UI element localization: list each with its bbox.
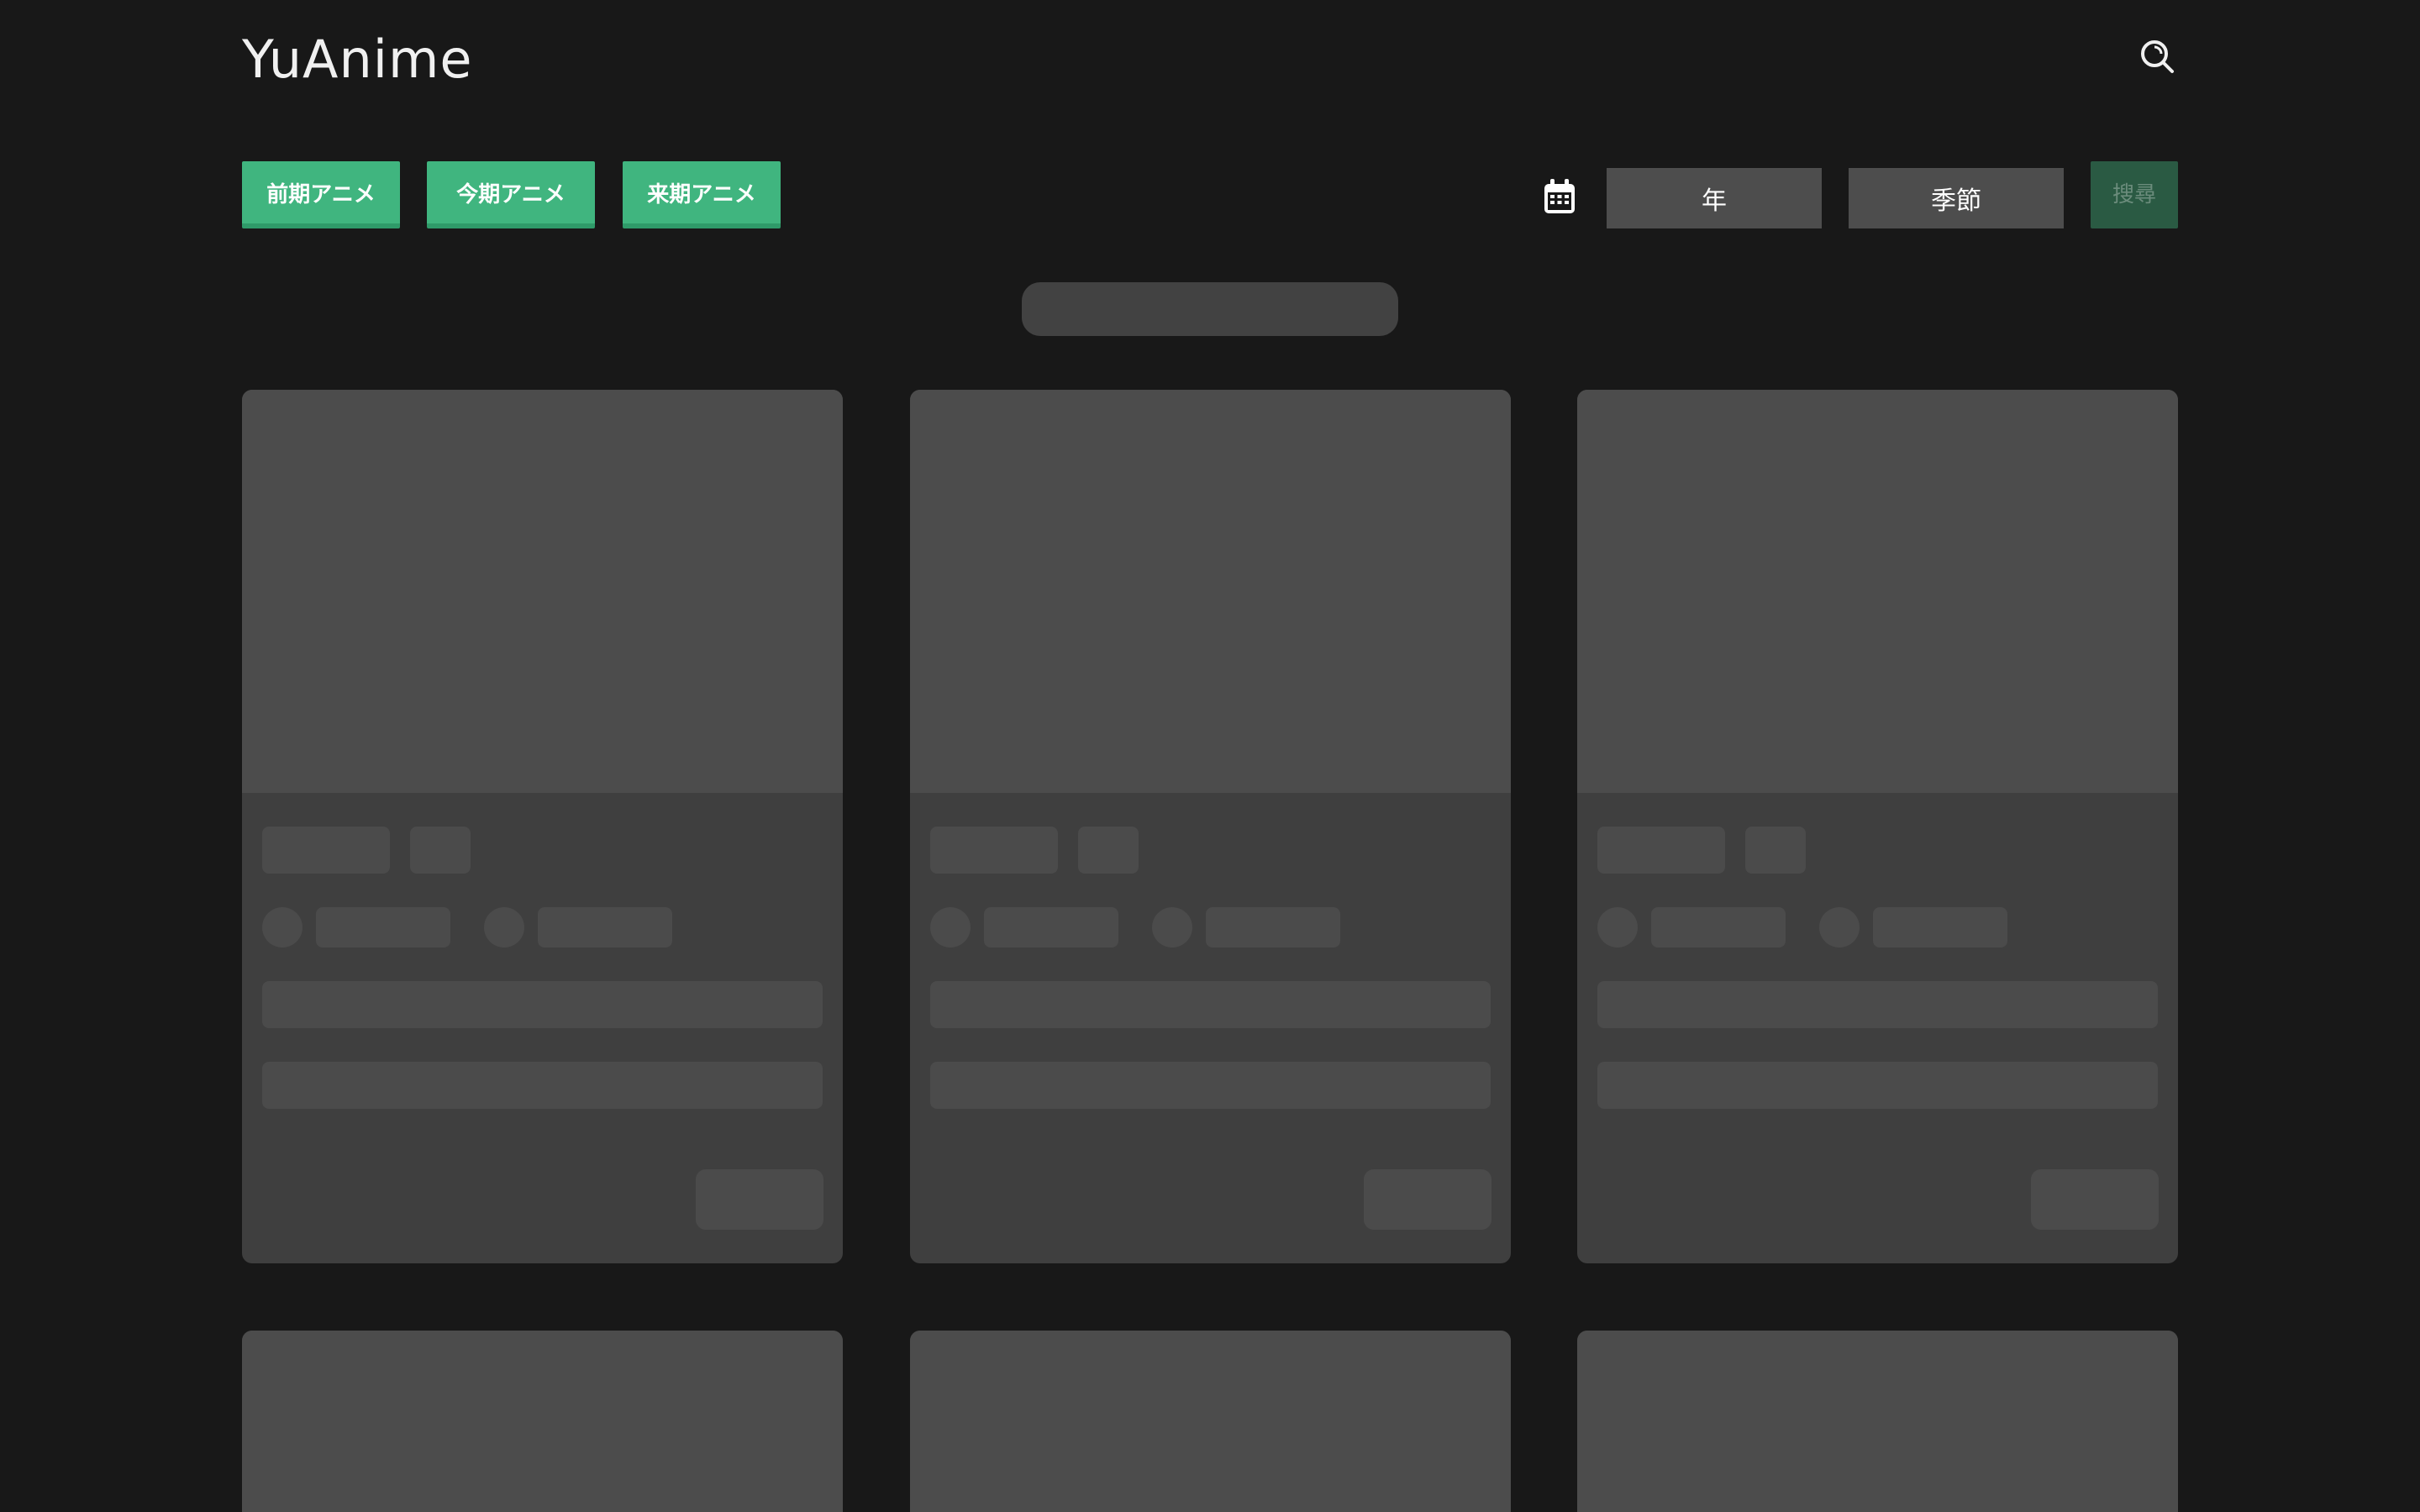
card-image-placeholder bbox=[910, 390, 1511, 793]
card-meta-text-placeholder bbox=[1206, 907, 1340, 948]
season-toolbar: 前期アニメ 今期アニメ 来期アニメ 年 季節 搜尋 bbox=[242, 161, 2178, 228]
card-meta-text-placeholder bbox=[1651, 907, 1786, 948]
card-meta-text-placeholder bbox=[984, 907, 1118, 948]
card-tag-placeholder bbox=[1078, 827, 1139, 874]
site-logo[interactable]: YuAnime bbox=[242, 29, 473, 90]
card-meta-text-placeholder bbox=[538, 907, 672, 948]
card-tag-placeholder bbox=[1597, 827, 1725, 874]
header: YuAnime bbox=[242, 0, 2178, 126]
prev-season-button[interactable]: 前期アニメ bbox=[242, 161, 400, 228]
page: YuAnime 前期アニメ 今期アニメ 来期アニメ 年 季節 搜尋 bbox=[0, 0, 2420, 1512]
anime-card-placeholder[interactable] bbox=[242, 390, 843, 1263]
anime-card-placeholder[interactable] bbox=[242, 1331, 843, 1512]
anime-card-placeholder[interactable] bbox=[1577, 1331, 2178, 1512]
card-meta-icon-placeholder bbox=[484, 907, 524, 948]
card-text-line-placeholder bbox=[262, 1062, 823, 1109]
search-icon-button[interactable] bbox=[2136, 35, 2178, 77]
card-meta-text-placeholder bbox=[1873, 907, 2007, 948]
card-meta-icon-placeholder bbox=[1152, 907, 1192, 948]
card-button-placeholder bbox=[1364, 1169, 1491, 1230]
search-submit-button[interactable]: 搜尋 bbox=[2091, 161, 2178, 228]
next-season-button[interactable]: 来期アニメ bbox=[623, 161, 781, 228]
card-image-placeholder bbox=[1577, 390, 2178, 793]
year-select[interactable]: 年 bbox=[1607, 168, 1822, 228]
main-container: YuAnime 前期アニメ 今期アニメ 来期アニメ 年 季節 搜尋 bbox=[242, 0, 2178, 1512]
card-text-line-placeholder bbox=[1597, 981, 2158, 1028]
anime-card-placeholder[interactable] bbox=[910, 1331, 1511, 1512]
anime-card-placeholder[interactable] bbox=[1577, 390, 2178, 1263]
card-button-placeholder bbox=[2031, 1169, 2159, 1230]
card-button-placeholder bbox=[696, 1169, 823, 1230]
calendar-icon bbox=[1544, 179, 1575, 213]
card-meta-text-placeholder bbox=[316, 907, 450, 948]
search-icon bbox=[2141, 40, 2174, 73]
section-title-placeholder bbox=[1022, 282, 1398, 336]
card-image-placeholder bbox=[242, 390, 843, 793]
card-meta-icon-placeholder bbox=[262, 907, 302, 948]
card-meta-icon-placeholder bbox=[930, 907, 971, 948]
card-tag-placeholder bbox=[930, 827, 1058, 874]
card-text-line-placeholder bbox=[930, 1062, 1491, 1109]
card-text-line-placeholder bbox=[930, 981, 1491, 1028]
current-season-button[interactable]: 今期アニメ bbox=[427, 161, 595, 228]
card-tag-placeholder bbox=[410, 827, 471, 874]
card-meta-icon-placeholder bbox=[1597, 907, 1638, 948]
anime-card-placeholder[interactable] bbox=[910, 390, 1511, 1263]
card-text-line-placeholder bbox=[262, 981, 823, 1028]
card-image-placeholder bbox=[1577, 1331, 2178, 1512]
card-meta-icon-placeholder bbox=[1819, 907, 1860, 948]
season-select[interactable]: 季節 bbox=[1849, 168, 2064, 228]
card-text-line-placeholder bbox=[1597, 1062, 2158, 1109]
card-image-placeholder bbox=[910, 1331, 1511, 1512]
card-tag-placeholder bbox=[262, 827, 390, 874]
card-image-placeholder bbox=[242, 1331, 843, 1512]
card-tag-placeholder bbox=[1745, 827, 1806, 874]
